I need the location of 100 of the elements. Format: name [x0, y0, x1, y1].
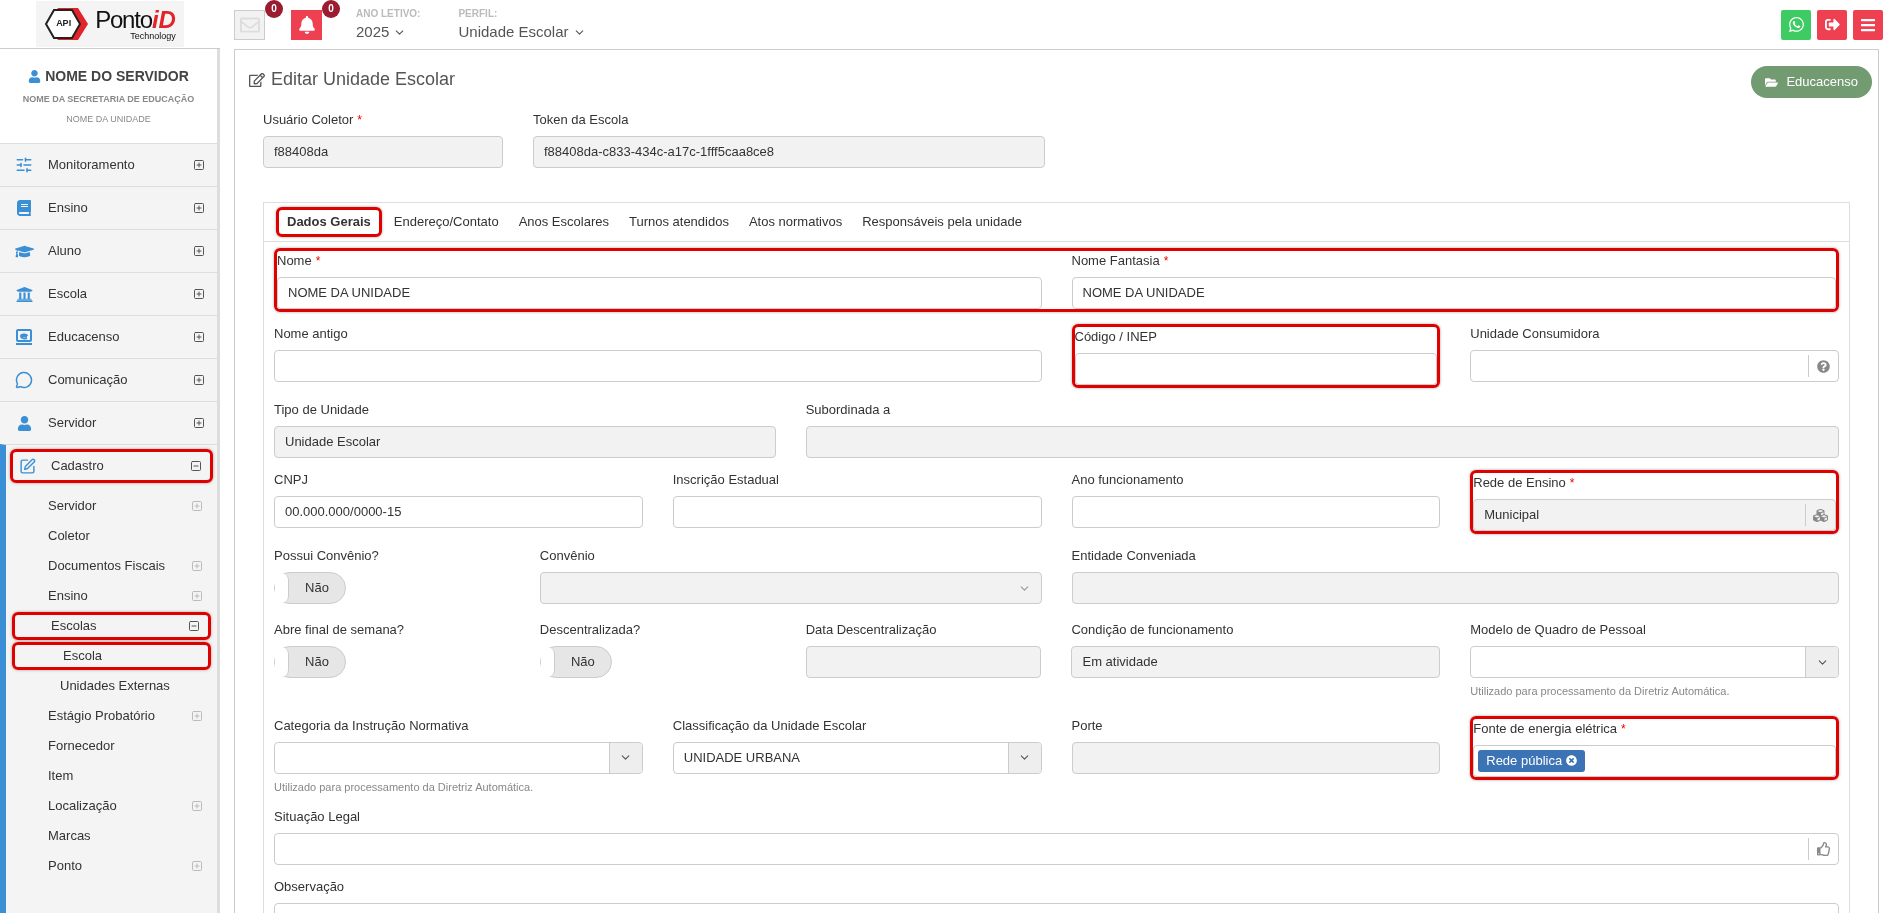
tab[interactable]: Anos Escolares — [510, 207, 617, 237]
logo-tagline: Technology — [130, 31, 176, 41]
expand-icon[interactable] — [193, 202, 205, 214]
submenu-item[interactable]: Documentos Fiscais — [12, 552, 211, 580]
toggle-switch[interactable]: Não — [274, 646, 346, 678]
submenu-item[interactable]: Ensino — [12, 582, 211, 610]
expand-icon[interactable] — [193, 245, 205, 257]
profile-dropdown[interactable]: Unidade Escolar — [458, 20, 586, 44]
year-dropdown[interactable]: 2025 — [356, 20, 421, 44]
tab[interactable]: Turnos atendidos — [620, 207, 737, 237]
text-field[interactable] — [274, 350, 1042, 382]
required-mark: * — [1621, 722, 1626, 735]
tab[interactable]: Responsáveis pela unidade — [854, 207, 1030, 237]
field-label: Nome Fantasia — [1071, 252, 1160, 271]
submenu-item[interactable]: Unidades Externas — [12, 672, 211, 700]
logo[interactable]: API PontoiD Technology — [36, 1, 184, 47]
select-field[interactable] — [1470, 646, 1839, 678]
tab[interactable]: Dados Gerais — [276, 207, 382, 237]
text-field[interactable]: 00.000.000/0000-15 — [274, 496, 643, 528]
submenu-item[interactable]: Servidor — [12, 492, 211, 520]
text-field[interactable] — [672, 496, 1042, 528]
collapse-icon[interactable] — [188, 620, 200, 632]
department-name: NOME DA SECRETARIA DE EDUCAÇÃO — [22, 93, 195, 106]
field-label: Token da Escola — [533, 111, 629, 130]
sidebar-menu-item[interactable]: Aluno — [4, 234, 213, 268]
field-hint: Utilizado para processamento da Diretriz Automática. — [1470, 684, 1731, 699]
page-title: Editar Unidade Escolar — [271, 68, 456, 91]
logout-button[interactable] — [1817, 9, 1847, 40]
user-icon — [16, 415, 32, 431]
expand-icon[interactable] — [193, 159, 205, 171]
thumbs-up-icon[interactable] — [1816, 842, 1831, 856]
submenu-item[interactable]: Item — [12, 762, 211, 790]
field-label: Tipo de Unidade — [274, 401, 369, 420]
field-label: Categoria da Instrução Normativa — [274, 716, 469, 735]
folder-icon — [1765, 75, 1779, 89]
input-field[interactable] — [274, 833, 1839, 865]
expand-icon[interactable] — [193, 374, 205, 386]
field-label: Possui Convênio? — [274, 547, 379, 566]
sidebar-menu-item[interactable]: Servidor — [4, 406, 213, 440]
tab[interactable]: Atos normativos — [740, 207, 851, 237]
toggle-switch[interactable]: Não — [274, 572, 346, 604]
submenu-item[interactable]: Escolas — [12, 612, 211, 640]
field-label: Abre final de semana? — [274, 621, 405, 640]
submenu-item[interactable]: Localização — [12, 792, 211, 820]
sidebar-menu-item[interactable]: Comunicação — [4, 363, 213, 397]
field-label: Nome — [277, 252, 312, 271]
toggle-switch[interactable]: Não — [539, 646, 612, 678]
text-field[interactable] — [1071, 496, 1441, 528]
field-label: Ano funcionamento — [1071, 471, 1184, 490]
columns-building-icon — [15, 285, 33, 303]
required-mark: * — [1569, 477, 1575, 489]
submenu-item[interactable]: Fornecedor — [12, 732, 211, 760]
notifications-button[interactable] — [291, 9, 322, 40]
text-field[interactable]: NOME DA UNIDADE — [1071, 277, 1836, 309]
sidebar-menu-item[interactable]: Escola — [4, 277, 213, 311]
sidebar-menu-item[interactable]: Monitoramento — [4, 148, 213, 182]
field-label: Subordinada a — [805, 401, 891, 420]
sidebar-menu-item[interactable]: Cadastro — [10, 449, 213, 483]
count-badge: 0 — [265, 0, 283, 18]
tag-chip[interactable]: Rede pública — [1478, 749, 1586, 772]
input-field[interactable] — [1470, 350, 1839, 382]
expand-icon[interactable] — [193, 331, 205, 343]
tab[interactable]: Endereço/Contato — [385, 207, 507, 237]
field-label: Usuário Coletor — [263, 111, 354, 130]
submenu-item[interactable]: Coletor — [12, 522, 211, 550]
select-field[interactable]: UNIDADE URBANA — [672, 741, 1042, 774]
submenu-item[interactable]: Marcas — [12, 822, 211, 850]
remove-icon[interactable] — [1566, 755, 1578, 766]
unit-name: NOME DA UNIDADE — [66, 112, 151, 126]
bell-icon — [297, 15, 316, 34]
submenu-item[interactable]: Ponto — [12, 852, 211, 880]
text-field[interactable]: NOME DA UNIDADE — [277, 277, 1042, 309]
logo-badge-text: API — [56, 17, 72, 31]
expand-icon[interactable] — [193, 288, 205, 300]
field-label: Entidade Conveniada — [1071, 547, 1196, 566]
edit-icon — [249, 71, 265, 88]
whatsapp-button[interactable] — [1781, 9, 1811, 40]
text-field[interactable] — [1074, 353, 1438, 385]
logout-icon — [1824, 17, 1840, 32]
required-mark: * — [357, 114, 362, 126]
field-label: Inscrição Estadual — [672, 471, 779, 490]
user-name: NOME DO SERVIDOR — [45, 67, 189, 86]
tag-input-field[interactable]: Rede pública — [1473, 744, 1836, 777]
field-label: Data Descentralização — [805, 621, 937, 640]
messages-button[interactable] — [234, 9, 265, 40]
submenu-item[interactable]: Estágio Probatório — [12, 702, 211, 730]
expand-icon[interactable] — [193, 417, 205, 429]
menu-button[interactable] — [1853, 9, 1883, 40]
field-label: Descentralizada? — [539, 621, 641, 640]
field-label: Fonte de energia elétrica — [1473, 719, 1618, 738]
required-mark: * — [315, 255, 321, 267]
sidebar-menu-item[interactable]: Ensino — [4, 191, 213, 225]
sidebar-menu-item[interactable]: Educacenso — [4, 320, 213, 354]
collapse-icon[interactable] — [190, 460, 202, 472]
monitor-icon — [15, 328, 33, 346]
sliders-icon — [15, 156, 33, 174]
submenu-item[interactable]: Escola — [12, 642, 211, 670]
required-mark: * — [1163, 255, 1169, 267]
select-field[interactable] — [274, 741, 643, 774]
help-icon[interactable] — [1817, 359, 1830, 373]
